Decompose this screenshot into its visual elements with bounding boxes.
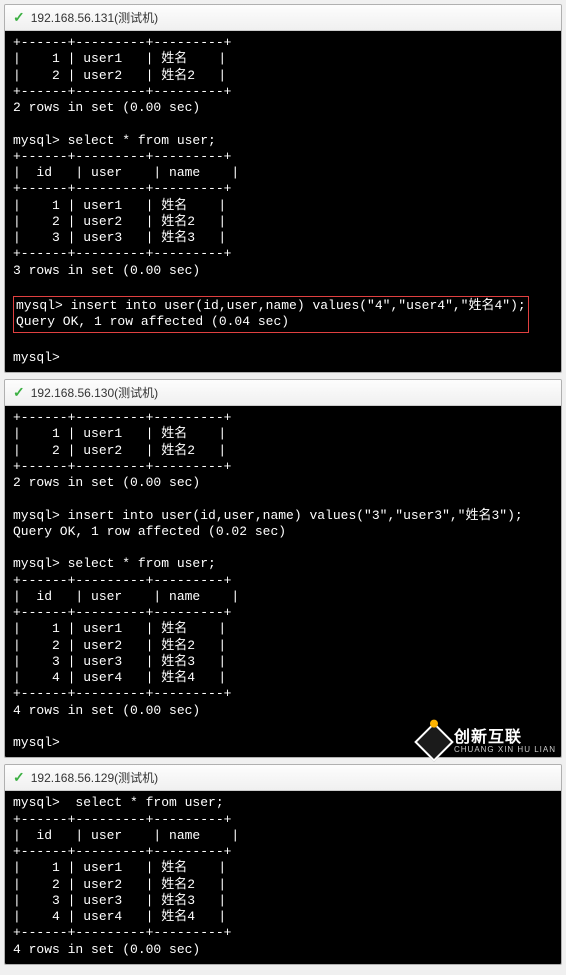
check-icon: ✓ bbox=[13, 769, 25, 786]
terminal-output[interactable]: +------+---------+---------+ | 1 | user1… bbox=[5, 406, 561, 757]
terminal-tab[interactable]: ✓ 192.168.56.131(测试机) bbox=[5, 5, 561, 31]
terminal-title: 192.168.56.129(测试机) bbox=[31, 769, 158, 786]
check-icon: ✓ bbox=[13, 9, 25, 26]
terminal-output[interactable]: mysql> select * from user; +------+-----… bbox=[5, 791, 561, 964]
terminal-title: 192.168.56.130(测试机) bbox=[31, 384, 158, 401]
check-icon: ✓ bbox=[13, 384, 25, 401]
highlighted-command: mysql> insert into user(id,user,name) va… bbox=[13, 296, 529, 333]
terminal-tab[interactable]: ✓ 192.168.56.130(测试机) bbox=[5, 380, 561, 406]
terminal-panel: ✓ 192.168.56.130(测试机) +------+---------+--… bbox=[4, 379, 562, 758]
terminal-title: 192.168.56.131(测试机) bbox=[31, 9, 158, 26]
terminal-panel: ✓ 192.168.56.129(测试机) mysql> select * from… bbox=[4, 764, 562, 965]
terminal-tab[interactable]: ✓ 192.168.56.129(测试机) bbox=[5, 765, 561, 791]
terminal-panel: ✓ 192.168.56.131(测试机) +------+---------+--… bbox=[4, 4, 562, 373]
terminal-output[interactable]: +------+---------+---------+ | 1 | user1… bbox=[5, 31, 561, 372]
